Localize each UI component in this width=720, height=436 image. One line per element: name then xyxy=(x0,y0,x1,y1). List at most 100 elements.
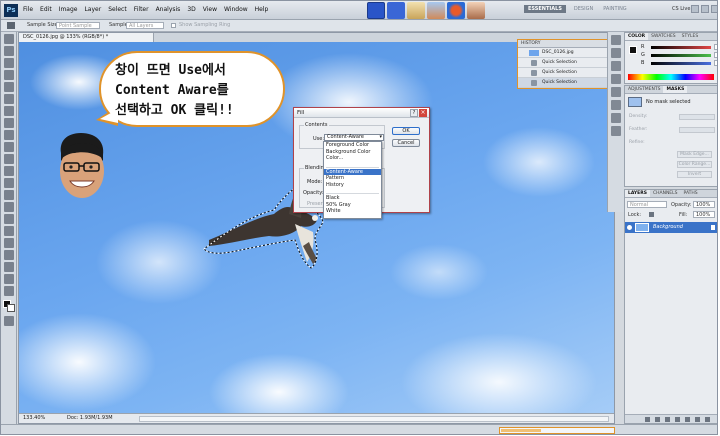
info-panel-icon[interactable] xyxy=(611,87,621,97)
eyedropper-tool-icon[interactable] xyxy=(4,94,14,104)
pen-tool-icon[interactable] xyxy=(4,202,14,212)
type-tool-icon[interactable] xyxy=(4,214,14,224)
quick-selection-tool-icon[interactable] xyxy=(4,70,14,80)
blue-slider[interactable]: B xyxy=(641,60,717,67)
history-item[interactable]: DSC_0126.jpg xyxy=(518,48,607,58)
new-layer-icon[interactable] xyxy=(695,417,700,422)
profile-photo-icon[interactable] xyxy=(467,2,485,19)
shape-tool-icon[interactable] xyxy=(4,238,14,248)
document-tab[interactable]: DSC_0126.jpg @ 133% (RGB/8*) * xyxy=(19,33,154,42)
blend-mode-select[interactable]: Normal xyxy=(627,201,667,208)
visibility-eye-icon[interactable] xyxy=(627,225,632,230)
sample-select[interactable]: All Layers xyxy=(126,22,164,29)
history-tab[interactable]: HISTORY xyxy=(518,40,607,48)
gradient-tool-icon[interactable] xyxy=(4,166,14,176)
eyedropper-icon[interactable] xyxy=(7,22,15,29)
show-sampling-ring-checkbox[interactable] xyxy=(171,23,176,28)
close-icon[interactable] xyxy=(711,5,717,13)
tab-masks[interactable]: MASKS xyxy=(663,86,688,93)
zoom-tool-icon[interactable] xyxy=(4,286,14,296)
clone-source-panel-icon[interactable] xyxy=(611,74,621,84)
character-panel-icon[interactable] xyxy=(611,100,621,110)
background-color-swatch[interactable] xyxy=(7,304,15,312)
history-panel-icon[interactable] xyxy=(611,35,621,45)
tab-layers[interactable]: LAYERS xyxy=(625,190,650,197)
color-range-button[interactable]: Color Range... xyxy=(677,161,712,168)
actions-panel-icon[interactable] xyxy=(611,48,621,58)
mini-scrollbar-thumb[interactable] xyxy=(501,429,541,432)
help-icon[interactable]: ? xyxy=(410,109,418,117)
minimize-icon[interactable] xyxy=(691,5,699,13)
close-icon[interactable]: × xyxy=(419,109,427,117)
marquee-tool-icon[interactable] xyxy=(4,46,14,56)
screen-mode-icon[interactable] xyxy=(367,2,385,19)
minibridge-icon[interactable] xyxy=(427,2,445,19)
foreground-color-swatch[interactable] xyxy=(629,46,637,54)
mini-scrollbar[interactable] xyxy=(499,427,615,434)
lock-icon[interactable] xyxy=(649,212,654,217)
history-item[interactable]: Quick Selection xyxy=(518,78,607,88)
sample-size-select[interactable]: Point Sample xyxy=(56,22,100,29)
tab-color[interactable]: COLOR xyxy=(625,33,649,40)
menu-filter[interactable]: Filter xyxy=(134,6,149,13)
workspace-essentials[interactable]: ESSENTIALS xyxy=(524,5,566,13)
invert-button[interactable]: Invert xyxy=(677,171,712,178)
history-item[interactable]: Quick Selection xyxy=(518,58,607,68)
menu-3d[interactable]: 3D xyxy=(187,6,195,13)
green-slider[interactable]: G xyxy=(641,52,717,59)
arrange-icon[interactable] xyxy=(387,2,405,19)
menu-window[interactable]: Window xyxy=(224,6,248,13)
move-tool-icon[interactable] xyxy=(4,34,14,44)
layer-style-icon[interactable] xyxy=(655,417,660,422)
tab-channels[interactable]: CHANNELS xyxy=(650,190,681,197)
dodge-tool-icon[interactable] xyxy=(4,190,14,200)
lasso-tool-icon[interactable] xyxy=(4,58,14,68)
eraser-tool-icon[interactable] xyxy=(4,154,14,164)
browser-icon[interactable] xyxy=(447,2,465,19)
layer-opacity-value[interactable]: 100% xyxy=(693,201,715,208)
layer-background[interactable]: Background xyxy=(625,222,717,233)
green-value[interactable] xyxy=(714,52,717,58)
3d-rotate-tool-icon[interactable] xyxy=(4,250,14,260)
crop-tool-icon[interactable] xyxy=(4,82,14,92)
bridge-icon[interactable] xyxy=(407,2,425,19)
menu-select[interactable]: Select xyxy=(108,6,127,13)
new-adjustment-icon[interactable] xyxy=(675,417,680,422)
menu-image[interactable]: Image xyxy=(59,6,78,13)
tab-adjustments[interactable]: ADJUSTMENTS xyxy=(625,86,663,93)
cancel-button[interactable]: Cancel xyxy=(392,139,420,147)
ok-button[interactable]: OK xyxy=(392,127,420,135)
workspace-design[interactable]: DESIGN xyxy=(572,5,595,13)
blue-value[interactable] xyxy=(714,60,717,66)
history-item[interactable]: Quick Selection xyxy=(518,68,607,78)
menu-analysis[interactable]: Analysis xyxy=(156,6,181,13)
menu-edit[interactable]: Edit xyxy=(40,6,52,13)
blur-tool-icon[interactable] xyxy=(4,178,14,188)
3d-camera-tool-icon[interactable] xyxy=(4,262,14,272)
healing-brush-tool-icon[interactable] xyxy=(4,106,14,116)
mask-edge-button[interactable]: Mask Edge... xyxy=(677,151,712,158)
menu-file[interactable]: File xyxy=(23,6,33,13)
menu-view[interactable]: View xyxy=(203,6,217,13)
quick-mask-icon[interactable] xyxy=(4,316,14,326)
hand-tool-icon[interactable] xyxy=(4,274,14,284)
cs-live-button[interactable]: CS Live xyxy=(672,6,690,12)
option-white[interactable]: White xyxy=(324,208,381,215)
tab-swatches[interactable]: SWATCHES xyxy=(648,33,679,40)
red-value[interactable] xyxy=(714,44,717,50)
new-group-icon[interactable] xyxy=(685,417,690,422)
trash-icon[interactable] xyxy=(705,417,710,422)
color-ramp[interactable] xyxy=(628,74,714,80)
menu-help[interactable]: Help xyxy=(255,6,269,13)
clone-stamp-tool-icon[interactable] xyxy=(4,130,14,140)
workspace-painting[interactable]: PAINTING xyxy=(601,5,628,13)
brushes-panel-icon[interactable] xyxy=(611,61,621,71)
tool-presets-panel-icon[interactable] xyxy=(611,126,621,136)
path-selection-tool-icon[interactable] xyxy=(4,226,14,236)
tab-paths[interactable]: PATHS xyxy=(681,190,701,197)
fill-value[interactable]: 100% xyxy=(693,211,715,218)
history-brush-tool-icon[interactable] xyxy=(4,142,14,152)
add-mask-icon[interactable] xyxy=(665,417,670,422)
paragraph-panel-icon[interactable] xyxy=(611,113,621,123)
menu-layer[interactable]: Layer xyxy=(84,6,101,13)
